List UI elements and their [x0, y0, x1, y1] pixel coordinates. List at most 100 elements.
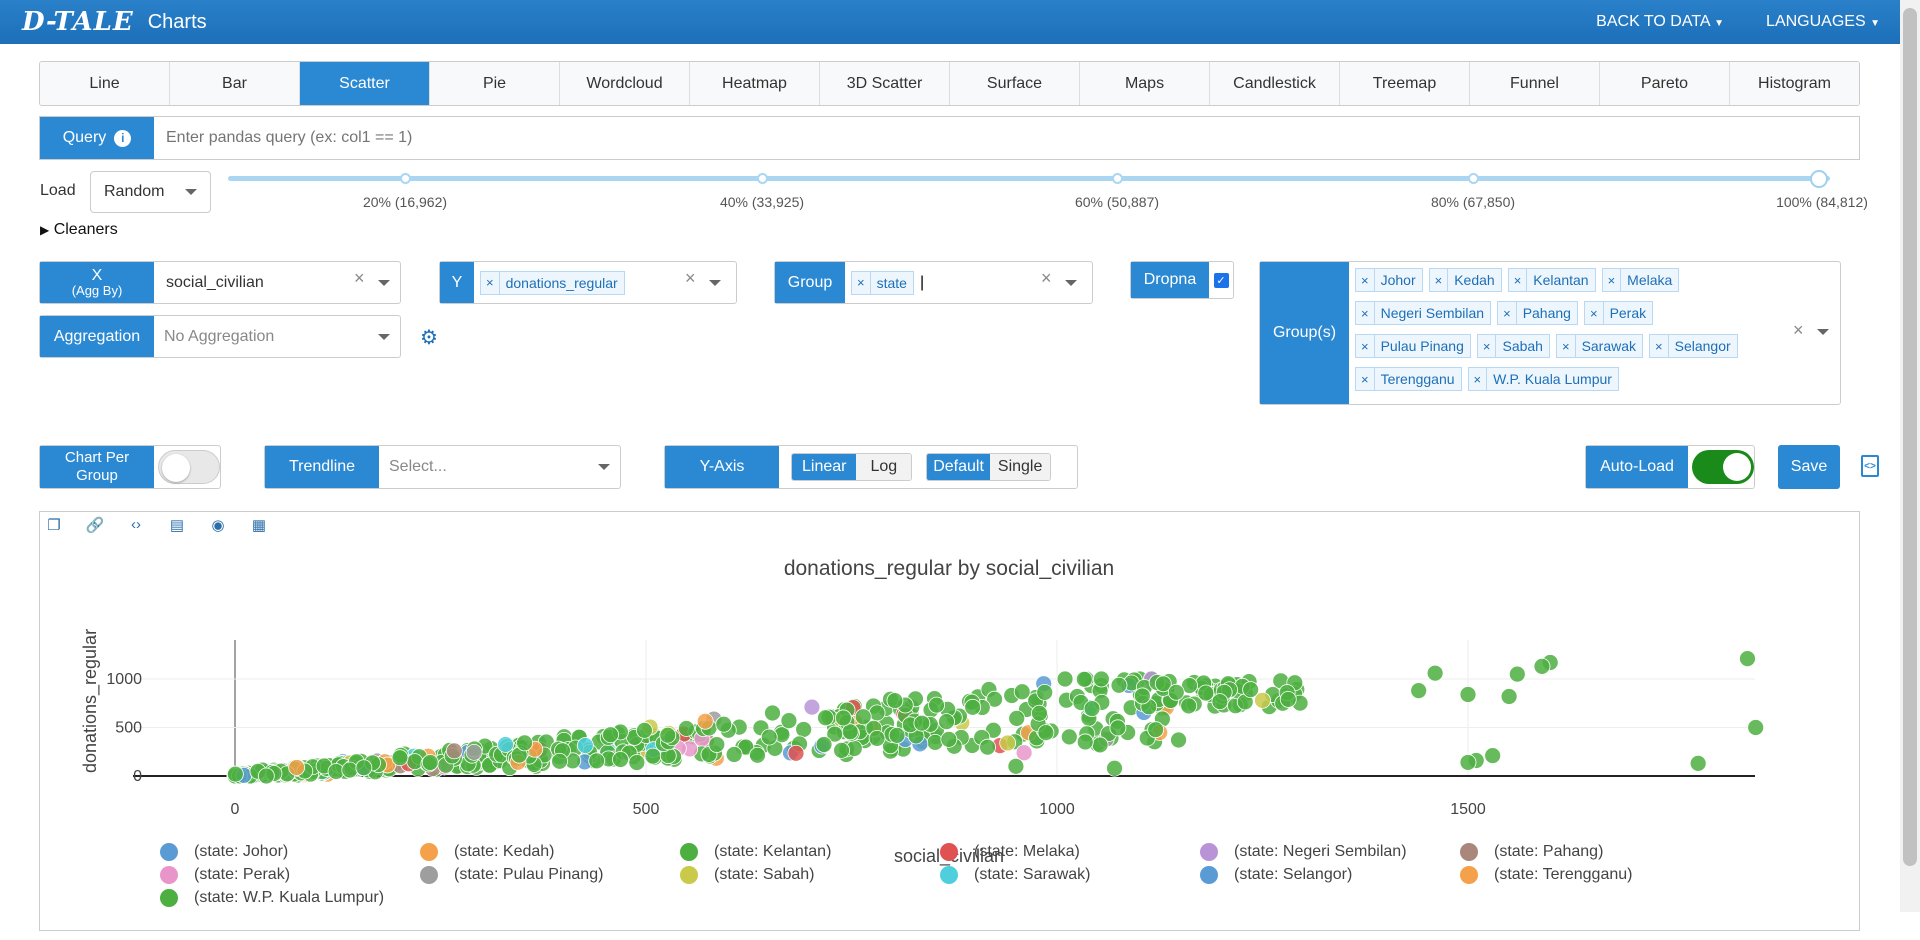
scatter-point[interactable] [1689, 754, 1707, 772]
scatter-point[interactable] [288, 759, 306, 776]
scatter-point[interactable] [834, 709, 852, 727]
scatter-point[interactable] [787, 744, 805, 762]
scatter-point[interactable] [815, 736, 833, 753]
scatter-point[interactable] [715, 715, 733, 733]
aggregation-select[interactable]: No Aggregation [154, 316, 400, 357]
scatter-point[interactable] [1109, 719, 1127, 737]
scatter-point[interactable] [659, 726, 677, 744]
remove-chip-icon[interactable]: × [1356, 269, 1375, 291]
scatter-point[interactable] [1147, 721, 1165, 739]
scatter-point[interactable] [764, 704, 781, 722]
legend-item[interactable]: (state: Kelantan) [680, 843, 831, 861]
scatter-point[interactable] [1170, 731, 1187, 749]
scatter-point[interactable] [1410, 682, 1428, 700]
scatter-point[interactable] [1036, 683, 1054, 701]
info-icon[interactable]: i [114, 129, 132, 147]
legend-item[interactable]: (state: Pahang) [1460, 843, 1603, 861]
scatter-point[interactable] [406, 753, 424, 771]
scatter-point[interactable] [964, 698, 982, 716]
scatter-point[interactable] [602, 726, 619, 744]
scatter-point[interactable] [1091, 736, 1109, 754]
tab-candlestick[interactable]: Candlestick [1210, 62, 1340, 105]
linear-button[interactable]: Linear [792, 454, 857, 480]
clear-icon[interactable]: × [1041, 268, 1052, 289]
legend-item[interactable]: (state: Kedah) [420, 843, 555, 861]
scatter-point[interactable] [1110, 676, 1128, 694]
scatter-point[interactable] [226, 765, 244, 783]
tab-funnel[interactable]: Funnel [1470, 62, 1600, 105]
code-export-icon[interactable]: <> [1861, 455, 1879, 477]
scatter-point[interactable] [355, 759, 373, 777]
remove-chip-icon[interactable]: × [1356, 302, 1375, 324]
legend-item[interactable]: (state: Sabah) [680, 866, 815, 884]
code-icon[interactable]: ‹› [126, 516, 146, 534]
scatter-point[interactable] [1013, 683, 1031, 701]
scatter-point[interactable] [749, 746, 766, 764]
remove-chip-icon[interactable]: × [1356, 368, 1375, 390]
legend-item[interactable]: (state: Melaka) [940, 843, 1080, 861]
scatter-point[interactable] [497, 736, 514, 753]
scatter-point[interactable] [341, 761, 359, 779]
remove-chip-icon[interactable]: × [481, 271, 500, 294]
clear-icon[interactable]: × [685, 268, 696, 289]
scrollbar-thumb[interactable] [1903, 8, 1917, 866]
tab-scatter[interactable]: Scatter [300, 62, 430, 105]
dropna-checkbox[interactable]: ✓ [1213, 272, 1229, 288]
scatter-point[interactable] [391, 749, 409, 767]
y-select[interactable]: × donations_regular × [474, 262, 736, 303]
tab-treemap[interactable]: Treemap [1340, 62, 1470, 105]
remove-chip-icon[interactable]: × [1478, 335, 1497, 357]
scatter-point[interactable] [1747, 719, 1765, 736]
chart-per-group-toggle[interactable] [158, 450, 220, 484]
page-scrollbar[interactable] [1900, 0, 1920, 912]
query-input[interactable] [154, 117, 1859, 159]
scatter-point[interactable] [1459, 754, 1477, 771]
scatter-point[interactable] [1180, 697, 1198, 715]
scatter-point[interactable] [1459, 686, 1477, 703]
scatter-point[interactable] [913, 714, 931, 732]
tab-wordcloud[interactable]: Wordcloud [560, 62, 690, 105]
scatter-point[interactable] [868, 729, 886, 747]
scatter-point[interactable] [708, 736, 726, 753]
remove-chip-icon[interactable]: × [1585, 302, 1604, 324]
slider-step-dot[interactable] [1468, 173, 1479, 184]
slider-step-dot[interactable] [400, 173, 411, 184]
scatter-point[interactable] [1083, 700, 1101, 718]
scatter-point[interactable] [817, 709, 834, 727]
scatter-point[interactable] [1092, 670, 1110, 688]
clear-icon[interactable]: × [354, 268, 365, 289]
scatter-point[interactable] [1007, 757, 1025, 775]
scatter-point[interactable] [780, 712, 798, 730]
scatter-point[interactable] [1279, 690, 1297, 708]
save-button[interactable]: Save [1778, 445, 1840, 489]
scatter-point[interactable] [1075, 670, 1093, 688]
scatter-point[interactable] [886, 692, 904, 709]
tab-histogram[interactable]: Histogram [1730, 62, 1859, 105]
slider-step-dot[interactable] [757, 173, 768, 184]
tab-surface[interactable]: Surface [950, 62, 1080, 105]
scatter-point[interactable] [257, 767, 275, 785]
x-select[interactable]: social_civilian × [154, 262, 400, 303]
legend-item[interactable]: (state: Johor) [160, 843, 288, 861]
scatter-point[interactable] [938, 713, 955, 731]
load-slider-handle[interactable] [1810, 170, 1828, 188]
scatter-point[interactable] [465, 743, 483, 761]
groups-select[interactable]: × Johor × Kedah × Kelantan × Melaka × Negeri Semb… [1349, 262, 1840, 404]
scatter-point[interactable] [1008, 709, 1026, 727]
legend-item[interactable]: (state: W.P. Kuala Lumpur) [160, 889, 384, 907]
scatter-point[interactable] [612, 751, 629, 768]
scatter-point[interactable] [833, 741, 850, 759]
scatter-point[interactable] [576, 737, 594, 754]
scatter-point[interactable] [1060, 728, 1078, 746]
scatter-point[interactable] [1133, 687, 1151, 705]
scatter-point[interactable] [1254, 691, 1271, 709]
camera-icon[interactable]: ◉ [208, 516, 228, 534]
scatter-point[interactable] [1031, 704, 1048, 722]
scatter-point[interactable] [760, 728, 778, 746]
scatter-point[interactable] [1076, 733, 1094, 751]
scatter-point[interactable] [421, 754, 439, 771]
languages-menu[interactable]: LANGUAGES ▼ [1766, 13, 1880, 31]
scatter-point[interactable] [926, 733, 944, 751]
remove-chip-icon[interactable]: × [1557, 335, 1576, 357]
scatter-point[interactable] [1056, 670, 1074, 688]
